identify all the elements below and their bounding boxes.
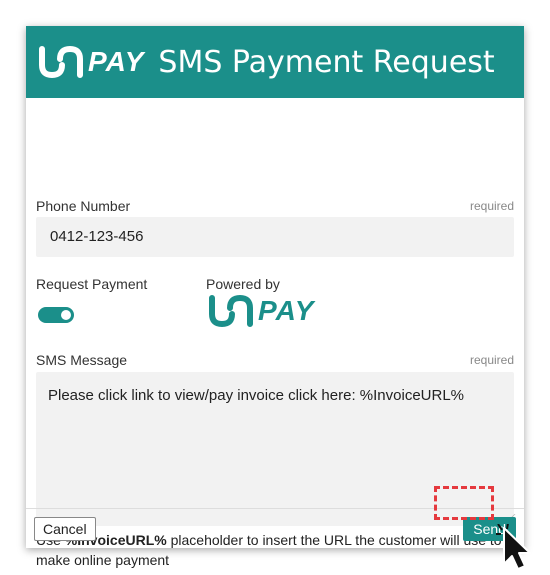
upay-logo: PAY: [38, 45, 144, 79]
sms-required: required: [469, 353, 514, 367]
dialog-header: PAY SMS Payment Request: [26, 26, 524, 98]
powered-by-label: Powered by: [206, 276, 280, 292]
phone-required: required: [469, 199, 514, 213]
cancel-button[interactable]: Cancel: [34, 517, 96, 541]
upay-logo-icon: [39, 45, 83, 79]
pointer-cursor-icon: [496, 524, 531, 570]
sms-payment-dialog: PAY SMS Payment Request Phone Number req…: [26, 26, 524, 568]
request-payment-label: Request Payment: [36, 276, 148, 292]
powered-logo-text: PAY: [258, 295, 315, 326]
powered-upay-logo: PAY: [208, 294, 314, 328]
sms-label-row: SMS Message required: [36, 352, 514, 368]
request-payment-toggle[interactable]: [38, 307, 74, 323]
sms-message-text: Please click link to view/pay invoice cl…: [48, 387, 465, 404]
phone-label: Phone Number: [36, 198, 131, 214]
dialog-title: SMS Payment Request: [158, 44, 495, 80]
phone-input[interactable]: 0412-123-456: [36, 217, 514, 257]
sms-label: SMS Message: [36, 352, 128, 368]
logo-text: PAY: [88, 46, 145, 77]
send-highlight-box: [434, 486, 494, 520]
phone-label-row: Phone Number required: [36, 198, 514, 214]
upay-logo-icon: [209, 294, 253, 328]
